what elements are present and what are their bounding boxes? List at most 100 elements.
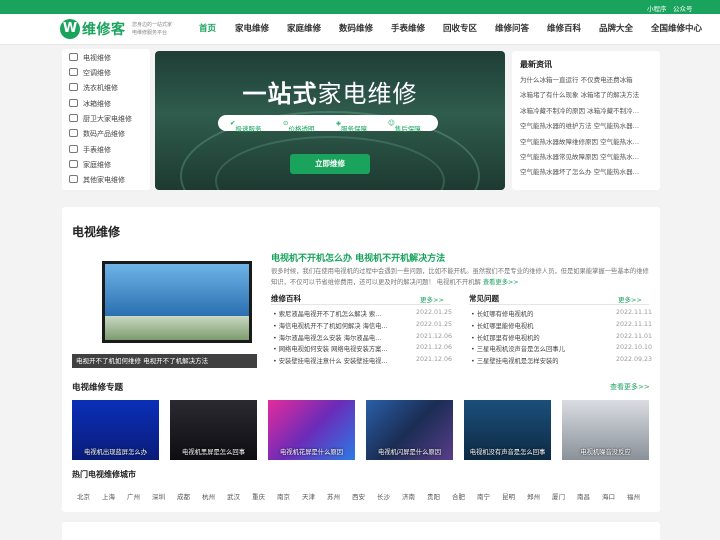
category-ac[interactable]: 空调维修 <box>69 68 111 78</box>
list-item-date: 2022.01.25 <box>416 309 453 316</box>
city-link[interactable]: 昆明 <box>502 491 515 501</box>
hero-banner[interactable]: 一站式家电维修 ✔ 极速服务 ⊙ 价格透明 ◈ 服务保障 ☺ 售后保障 立即维修 <box>155 51 505 190</box>
news-item[interactable]: 冰箱冷藏不制冷的原因 冰箱冷藏不制冷… <box>520 105 650 115</box>
featured-image[interactable]: 电视开不了机如何维修 电视开不了机解决方法 <box>72 253 257 368</box>
news-item[interactable]: 为什么冰箱一直运行 不仅费电还费冰箱 <box>520 74 650 84</box>
nav-home-repair[interactable]: 家庭维修 <box>287 22 321 34</box>
topic-card[interactable]: 电视机噪音没反应 <box>562 400 649 460</box>
city-link[interactable]: 北京 <box>77 491 90 501</box>
city-link[interactable]: 重庆 <box>252 491 265 501</box>
list-item-text: 海尔液晶电视怎么安装 海尔液晶电… <box>278 335 382 342</box>
nav-encyclopedia[interactable]: 维修百科 <box>547 22 581 34</box>
city-link[interactable]: 郑州 <box>527 491 540 501</box>
topic-card[interactable]: 电视机没有声音是怎么回事 <box>464 400 551 460</box>
list-item[interactable]: • 长虹哪里能修电视机 <box>471 321 611 330</box>
list-item-text: 安装壁挂电视注意什么 安装壁挂电视… <box>278 358 388 365</box>
list-item-text: 网络电视如何安装 网络电视安装方案… <box>278 346 388 353</box>
list-item-text: 三星电视机没声音是怎么回事儿 <box>476 346 565 353</box>
nav-watch-repair[interactable]: 手表维修 <box>391 22 425 34</box>
city-link[interactable]: 南昌 <box>577 491 590 501</box>
topic-card[interactable]: 电视机闪屏是什么原因 <box>366 400 453 460</box>
nav-brands[interactable]: 品牌大全 <box>599 22 633 34</box>
list-item-text: 长虹那里有修电视机的 <box>476 335 540 342</box>
city-link[interactable]: 南宁 <box>477 491 490 501</box>
city-link[interactable]: 武汉 <box>227 491 240 501</box>
topic-card[interactable]: 电视机出现蓝屏怎么办 <box>72 400 159 460</box>
category-other[interactable]: 其他家电维修 <box>69 175 125 185</box>
city-link[interactable]: 海口 <box>602 491 615 501</box>
city-link[interactable]: 上海 <box>102 491 115 501</box>
brand-name[interactable]: 维修客 <box>82 19 126 39</box>
category-home[interactable]: 家庭维修 <box>69 160 111 170</box>
mini-program-link[interactable]: 小程序 <box>647 3 667 13</box>
feature-pill: ✔ 极速服务 ⊙ 价格透明 ◈ 服务保障 ☺ 售后保障 <box>218 115 438 133</box>
category-fridge[interactable]: 冰箱维修 <box>69 99 111 109</box>
header: W 维修客 您身边的一站式家 电维修服务平台 首页 家电维修 家庭维修 数码维修… <box>0 14 720 45</box>
official-account-link[interactable]: 公众号 <box>673 3 693 13</box>
repair-now-button[interactable]: 立即维修 <box>290 154 370 174</box>
list-item[interactable]: • 海信电视机开不了机如何解决 海信电… <box>273 321 403 330</box>
topics-more-link[interactable]: 查看更多>> <box>610 382 650 392</box>
list-item[interactable]: • 海尔液晶电视怎么安装 海尔液晶电… <box>273 333 403 342</box>
list-item-text: 海信电视机开不了机如何解决 海信电… <box>278 323 388 330</box>
list-item[interactable]: • 索尼液晶电视开不了机怎么解决 索… <box>273 309 403 318</box>
topic-caption: 电视机黑屏是怎么回事 <box>182 449 245 456</box>
category-watch[interactable]: 手表维修 <box>69 145 111 155</box>
description-more-link[interactable]: 查看更多>> <box>483 279 519 286</box>
list-item[interactable]: • 网络电视如何安装 网络电视安装方案… <box>273 344 403 353</box>
news-item[interactable]: 空气能热水器常见故障原因 空气能热水… <box>520 151 650 161</box>
nav-home[interactable]: 首页 <box>199 22 216 34</box>
city-link[interactable]: 贵阳 <box>427 491 440 501</box>
category-tv[interactable]: 电视维修 <box>69 53 111 63</box>
city-link[interactable]: 杭州 <box>202 491 215 501</box>
city-link[interactable]: 济南 <box>402 491 415 501</box>
news-item[interactable]: 冰箱堵了有什么现象 冰箱堵了的解决方法 <box>520 89 650 99</box>
list-item[interactable]: • 长虹哪有修电视机的 <box>471 309 611 318</box>
faq-more-link[interactable]: 更多>> <box>618 294 642 304</box>
category-label: 电视维修 <box>83 54 111 62</box>
nav-qa[interactable]: 维修问答 <box>495 22 529 34</box>
category-washer[interactable]: 洗衣机维修 <box>69 83 118 93</box>
city-link[interactable]: 成都 <box>177 491 190 501</box>
city-link[interactable]: 福州 <box>627 491 640 501</box>
air-conditioner-icon <box>69 68 78 76</box>
slogan-line: 电维修服务平台 <box>132 30 168 36</box>
banner-title: 一站式家电维修 <box>155 74 505 109</box>
washing-machine-icon <box>69 83 78 91</box>
city-link[interactable]: 厦门 <box>552 491 565 501</box>
topic-card[interactable]: 电视机黑屏是怎么回事 <box>170 400 257 460</box>
city-link[interactable]: 长沙 <box>377 491 390 501</box>
city-link[interactable]: 深圳 <box>152 491 165 501</box>
tv-icon <box>69 53 78 61</box>
feature-label: 售后保障 <box>394 125 421 133</box>
nav-recycle[interactable]: 回收专区 <box>443 22 477 34</box>
list-item[interactable]: • 三星壁挂电视机是怎样安装的 <box>471 356 611 365</box>
list-item-text: 三星壁挂电视机是怎样安装的 <box>476 358 559 365</box>
list-item-date: 2021.12.06 <box>416 344 453 351</box>
category-digital[interactable]: 数码产品维修 <box>69 129 125 139</box>
city-link[interactable]: 合肥 <box>452 491 465 501</box>
news-item[interactable]: 空气能热水器故障维修原因 空气能热水… <box>520 136 650 146</box>
city-link[interactable]: 广州 <box>127 491 140 501</box>
category-kitchen[interactable]: 厨卫大家电维修 <box>69 114 132 124</box>
city-link[interactable]: 西安 <box>352 491 365 501</box>
feature-aftersale: ☺ 售后保障 <box>388 119 421 133</box>
logo-icon[interactable]: W <box>60 19 80 39</box>
nav-service-centers[interactable]: 全国维修中心 <box>651 22 702 34</box>
encyclopedia-more-link[interactable]: 更多>> <box>420 294 444 304</box>
list-item[interactable]: • 三星电视机没声音是怎么回事儿 <box>471 344 611 353</box>
city-link[interactable]: 南京 <box>277 491 290 501</box>
city-link[interactable]: 天津 <box>302 491 315 501</box>
category-label: 家庭维修 <box>83 161 111 169</box>
category-label: 厨卫大家电维修 <box>83 115 132 123</box>
list-item[interactable]: • 安装壁挂电视注意什么 安装壁挂电视… <box>273 356 403 365</box>
headline-link[interactable]: 电视机不开机怎么办 电视机不开机解决方法 <box>271 251 445 264</box>
city-link[interactable]: 苏州 <box>327 491 340 501</box>
nav-digital-repair[interactable]: 数码维修 <box>339 22 373 34</box>
nav-appliance-repair[interactable]: 家电维修 <box>235 22 269 34</box>
news-item[interactable]: 空气能热水器的维护方法 空气能热水器… <box>520 120 650 130</box>
list-item[interactable]: • 长虹那里有修电视机的 <box>471 333 611 342</box>
topic-card[interactable]: 电视机花屏是什么原因 <box>268 400 355 460</box>
news-item[interactable]: 空气能热水器坏了怎么办 空气能热水器… <box>520 166 650 176</box>
headline-description: 很多时候，我们在使用电视机的过程中会遇到一些问题，比如不能开机。虽然我们不是专业… <box>271 266 651 288</box>
